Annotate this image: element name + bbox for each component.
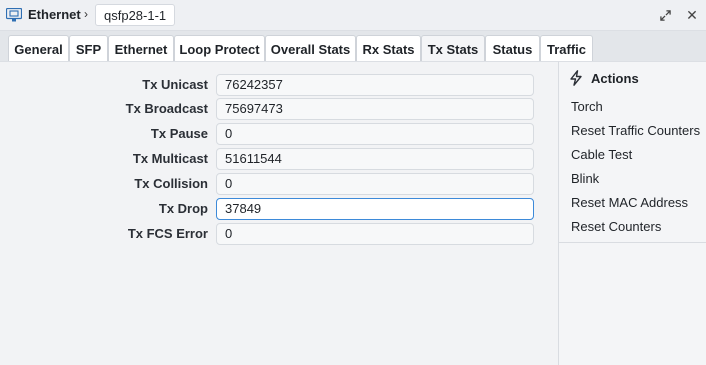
tab-general[interactable]: General — [8, 35, 69, 62]
tx-drop-field[interactable]: 37849 — [216, 198, 534, 220]
tx-unicast-field[interactable]: 76242357 — [216, 74, 534, 96]
tx-multicast-field[interactable]: 51611544 — [216, 148, 534, 170]
sidebar-divider — [559, 242, 706, 243]
field-row-tx-drop: Tx Drop 37849 — [0, 198, 559, 220]
breadcrumb-chevron-icon: › — [84, 7, 88, 21]
window-title: Ethernet — [28, 7, 81, 22]
tab-traffic[interactable]: Traffic — [540, 35, 593, 62]
tx-broadcast-label: Tx Broadcast — [125, 101, 208, 116]
tx-pause-field[interactable]: 0 — [216, 123, 534, 145]
action-reset-counters[interactable]: Reset Counters — [571, 219, 661, 234]
tx-pause-label: Tx Pause — [150, 126, 208, 141]
action-blink[interactable]: Blink — [571, 171, 599, 186]
field-row-tx-pause: Tx Pause 0 — [0, 123, 559, 145]
tab-bar: General SFP Ethernet Loop Protect Overal… — [0, 31, 706, 62]
tx-drop-label: Tx Drop — [158, 201, 208, 216]
action-torch[interactable]: Torch — [571, 99, 603, 114]
lightning-icon — [570, 70, 582, 86]
field-row-tx-multicast: Tx Multicast 51611544 — [0, 148, 559, 170]
tab-status[interactable]: Status — [485, 35, 540, 62]
tx-collision-label: Tx Collision — [134, 176, 208, 191]
field-row-tx-unicast: Tx Unicast 76242357 — [0, 74, 559, 96]
ethernet-port-icon — [6, 8, 22, 22]
tab-overall-stats[interactable]: Overall Stats — [265, 35, 356, 62]
tx-fcs-error-field[interactable]: 0 — [216, 223, 534, 245]
close-window-icon[interactable]: ✕ — [682, 5, 702, 25]
tx-broadcast-field[interactable]: 75697473 — [216, 98, 534, 120]
tx-unicast-label: Tx Unicast — [142, 77, 208, 92]
interface-name-badge: qsfp28-1-1 — [95, 4, 176, 26]
field-row-tx-collision: Tx Collision 0 — [0, 173, 559, 195]
action-reset-mac-address[interactable]: Reset MAC Address — [571, 195, 688, 210]
field-row-tx-fcs-error: Tx FCS Error 0 — [0, 223, 559, 245]
tx-collision-field[interactable]: 0 — [216, 173, 534, 195]
tab-loop-protect[interactable]: Loop Protect — [174, 35, 265, 62]
tab-rx-stats[interactable]: Rx Stats — [356, 35, 421, 62]
window-titlebar: Ethernet › qsfp28-1-1 ✕ — [0, 0, 706, 31]
expand-window-icon[interactable] — [655, 5, 675, 25]
action-cable-test[interactable]: Cable Test — [571, 147, 632, 162]
tx-fcs-error-label: Tx FCS Error — [127, 226, 208, 241]
action-reset-traffic-counters[interactable]: Reset Traffic Counters — [571, 123, 700, 138]
tab-sfp[interactable]: SFP — [69, 35, 108, 62]
tx-multicast-label: Tx Multicast — [132, 151, 208, 166]
tab-tx-stats[interactable]: Tx Stats — [421, 35, 485, 62]
tx-stats-panel: Tx Unicast 76242357 Tx Broadcast 7569747… — [0, 61, 559, 365]
tab-ethernet[interactable]: Ethernet — [108, 35, 174, 62]
actions-sidebar: Actions Torch Reset Traffic Counters Cab… — [558, 61, 706, 365]
field-row-tx-broadcast: Tx Broadcast 75697473 — [0, 98, 559, 120]
actions-title: Actions — [591, 71, 639, 86]
